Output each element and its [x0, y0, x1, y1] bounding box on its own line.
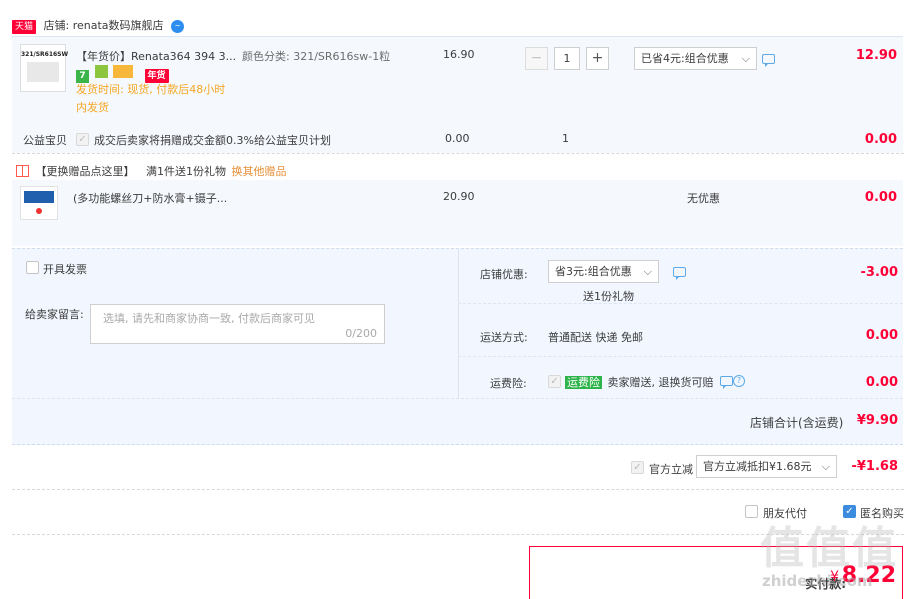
- message-icon[interactable]: [673, 267, 686, 280]
- watermark-url: zhidezhi.com: [762, 572, 873, 590]
- shop-promo-select[interactable]: 省3元:组合优惠 ⌵: [548, 260, 659, 283]
- insurance-amount: 0.00: [865, 375, 898, 390]
- vertical-divider: [458, 248, 459, 398]
- shipping-amount: 0.00: [865, 328, 898, 343]
- charity-subtotal: 0.00: [864, 132, 897, 147]
- charity-qty: 1: [562, 132, 569, 145]
- product-title[interactable]: 【年货价】Renata364 394 3...: [76, 48, 236, 64]
- gift-title[interactable]: (多功能螺丝刀+防水膏+镊子...: [73, 190, 227, 206]
- divider: [12, 398, 903, 399]
- unit-price: 16.90: [443, 48, 475, 61]
- shipping-value: 普通配送 快递 免邮: [548, 331, 643, 344]
- tmall-badge: 天猫: [12, 20, 37, 34]
- chevron-down-icon: ⌵: [821, 460, 830, 473]
- gift-item-row: (多功能螺丝刀+防水膏+镊子... 20.90 无优惠 0.00: [12, 180, 903, 246]
- official-discount-amount: -¥1.68: [851, 459, 898, 474]
- shop-name-link[interactable]: 店铺: renata数码旗舰店: [44, 19, 164, 32]
- shop-promo-label: 店铺优惠:: [480, 268, 528, 281]
- divider: [12, 489, 904, 490]
- qty-minus-button[interactable]: −: [525, 47, 548, 70]
- thumbnail-label: 321/SR616SW: [21, 51, 69, 58]
- charity-price: 0.00: [445, 132, 470, 145]
- insurance-info: 运费险 卖家赠送, 退换货可赔: [565, 374, 714, 390]
- message-textarea[interactable]: 选填, 请先和商家协商一致, 付款后商家可见 0/200: [90, 304, 385, 344]
- official-discount-select[interactable]: 官方立减抵扣¥1.68元 ⌵: [696, 455, 837, 478]
- friend-pay-checkbox[interactable]: [745, 505, 758, 518]
- official-discount-checkbox: ✓: [631, 461, 644, 474]
- quantity-stepper: − 1 +: [525, 47, 609, 70]
- help-icon[interactable]: ?: [733, 375, 745, 387]
- message-icon[interactable]: [720, 376, 733, 389]
- message-placeholder: 选填, 请先和商家协商一致, 付款后商家可见: [103, 312, 315, 325]
- gift-price: 20.90: [443, 190, 475, 203]
- gift-header: 【更换赠品点这里】 满1件送1份礼物 换其他赠品: [16, 163, 287, 179]
- watermark-logo: 值值值: [760, 523, 898, 574]
- insurance-label: 运费险:: [490, 377, 527, 390]
- shop-promo-gift: 送1份礼物: [583, 290, 634, 303]
- divider: [12, 153, 904, 154]
- shop-total-label: 店铺合计(含运费): [750, 416, 844, 430]
- shop-header: 天猫 店铺: renata数码旗舰店 ~: [12, 17, 185, 34]
- order-item-row: 321/SR616SW 【年货价】Renata364 394 3... 颜色分类…: [12, 36, 903, 153]
- credit-card-icon: [113, 65, 133, 78]
- invoice-label: 开具发票: [43, 263, 87, 276]
- divider: [458, 356, 903, 357]
- qty-plus-button[interactable]: +: [586, 47, 609, 70]
- gift-thumbnail[interactable]: [20, 186, 58, 220]
- ship-time-cont: 内发货: [76, 101, 109, 114]
- official-discount-label: 官方立减: [649, 463, 693, 476]
- chevron-down-icon: ⌵: [741, 52, 750, 65]
- gift-rule: 满1件送1份礼物: [146, 165, 226, 178]
- item-subtotal: 12.90: [855, 48, 897, 63]
- product-spec: 颜色分类: 321/SR616sw-1粒: [242, 50, 391, 63]
- insurance-desc: 卖家赠送, 退换货可赔: [607, 376, 714, 389]
- shop-total-amount: ¥9.90: [856, 413, 898, 428]
- shop-promo-select-value: 省3元:组合优惠: [555, 265, 632, 278]
- chevron-down-icon: ⌵: [643, 265, 652, 278]
- charity-desc: 成交后卖家将捐赠成交金额0.3%给公益宝贝计划: [94, 134, 331, 147]
- product-thumbnail[interactable]: 321/SR616SW: [20, 44, 69, 92]
- charity-label: 公益宝贝: [23, 134, 67, 147]
- gift-icon: [16, 165, 29, 177]
- item-promo-select-value: 已省4元:组合优惠: [641, 52, 729, 65]
- message-icon[interactable]: [762, 54, 775, 67]
- charity-checkbox: ✓: [76, 133, 89, 146]
- item-promo-select[interactable]: 已省4元:组合优惠 ⌵: [634, 47, 757, 70]
- invoice-checkbox[interactable]: [26, 261, 39, 274]
- message-label: 给卖家留言:: [25, 308, 84, 321]
- message-counter: 0/200: [345, 327, 377, 340]
- insurance-badge: 运费险: [565, 376, 602, 389]
- divider: [458, 303, 903, 304]
- guarantee-icon: [94, 65, 108, 78]
- change-gift-link[interactable]: 换其他赠品: [232, 165, 287, 178]
- shipping-label: 运送方式:: [480, 331, 528, 344]
- wangwang-chat-icon[interactable]: ~: [171, 19, 185, 33]
- ship-time: 发货时间: 现货, 付款后48小时: [76, 83, 226, 96]
- shop-promo-amount: -3.00: [860, 265, 898, 280]
- qty-input[interactable]: 1: [554, 47, 580, 70]
- gift-change-header[interactable]: 【更换赠品点这里】: [36, 165, 135, 178]
- insurance-checkbox: ✓: [548, 375, 561, 388]
- gift-promo: 无优惠: [687, 192, 720, 205]
- gift-subtotal: 0.00: [864, 190, 897, 205]
- official-discount-select-value: 官方立减抵扣¥1.68元: [703, 460, 812, 473]
